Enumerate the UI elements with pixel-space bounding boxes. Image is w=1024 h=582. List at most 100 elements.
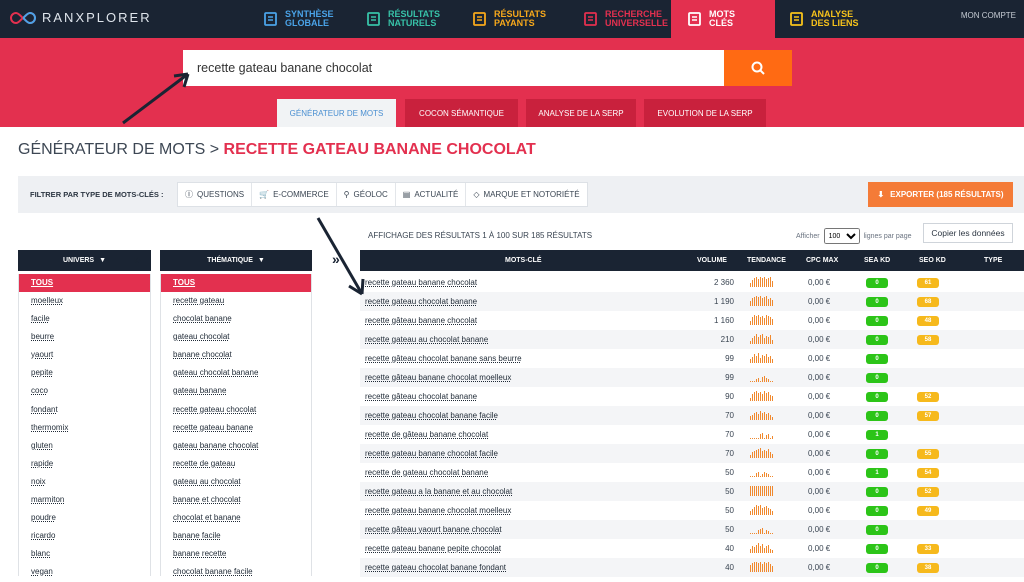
- univers-item[interactable]: poudre: [19, 509, 150, 527]
- thematique-item[interactable]: gateau chocolat banane: [161, 364, 311, 382]
- search-input[interactable]: [183, 50, 724, 86]
- keyword-link[interactable]: recette gâteau yaourt banane chocolat: [365, 525, 502, 534]
- tab-cocon[interactable]: COCON SÉMANTIQUE: [405, 99, 518, 127]
- univers-item[interactable]: rapide: [19, 455, 150, 473]
- univers-item[interactable]: marmiton: [19, 491, 150, 509]
- keyword-link[interactable]: recette gateau banane chocolat moelleux: [365, 506, 511, 515]
- trend-bar: [764, 356, 765, 363]
- thematique-item[interactable]: chocolat banane facile: [161, 563, 311, 581]
- thematique-item[interactable]: banane et chocolat: [161, 491, 311, 509]
- thematique-item[interactable]: banane facile: [161, 527, 311, 545]
- per-page-select[interactable]: 100: [823, 228, 860, 244]
- thematique-item[interactable]: chocolat banane: [161, 310, 311, 328]
- trend-bar: [762, 413, 763, 420]
- thematique-item[interactable]: gateau chocolat: [161, 328, 311, 346]
- trend-bar: [762, 486, 763, 496]
- filter-ecommerce[interactable]: 🛒 E-COMMERCE: [252, 183, 337, 206]
- keyword-link[interactable]: recette gateau banane chocolat facile: [365, 449, 498, 458]
- thematique-item[interactable]: recette de gateau: [161, 455, 311, 473]
- tab-analyse-serp[interactable]: ANALYSE DE LA SERP: [526, 99, 636, 127]
- univers-item[interactable]: vegan: [19, 563, 150, 581]
- sea-kd-badge: 0: [866, 316, 888, 326]
- tab-generateur[interactable]: GÉNÉRATEUR DE MOTS: [277, 99, 396, 127]
- thematique-item[interactable]: banane chocolat: [161, 346, 311, 364]
- thematique-item[interactable]: gateau au chocolat: [161, 473, 311, 491]
- trend-bar: [754, 336, 755, 344]
- univers-item[interactable]: thermomix: [19, 419, 150, 437]
- thematique-item[interactable]: banane recette: [161, 545, 311, 563]
- trend-bar: [770, 564, 771, 572]
- keyword-link[interactable]: recette gâteau banane chocolat: [365, 316, 477, 325]
- univers-item[interactable]: beurre: [19, 328, 150, 346]
- trend-bar: [752, 438, 753, 439]
- nav-item-1[interactable]: RÉSULTATS NATURELS: [366, 0, 474, 38]
- univers-item[interactable]: gluten: [19, 437, 150, 455]
- keyword-link[interactable]: recette gateau chocolat banane: [365, 297, 477, 306]
- col-cpc[interactable]: CPC MAX: [806, 257, 838, 264]
- seo-kd-badge: 61: [917, 278, 939, 288]
- keyword-link[interactable]: recette gâteau chocolat banane sans beur…: [365, 354, 522, 363]
- col-volume[interactable]: VOLUME: [697, 257, 727, 264]
- keyword-link[interactable]: recette gateau chocolat banane facile: [365, 411, 498, 420]
- nav-item-2[interactable]: RÉSULTATS PAYANTS: [472, 0, 582, 38]
- account-link[interactable]: MON COMPTE: [961, 11, 1016, 20]
- keyword-link[interactable]: recette de gateau chocolat banane: [365, 468, 488, 477]
- univers-header[interactable]: UNIVERS ▼: [18, 250, 151, 271]
- nav-item-0[interactable]: SYNTHÈSE GLOBALE: [263, 0, 381, 38]
- breadcrumb-root[interactable]: GÉNÉRATEUR DE MOTS: [18, 141, 205, 158]
- col-sea-kd[interactable]: SEA KD: [864, 257, 890, 264]
- trend-bar: [760, 434, 761, 439]
- univers-item[interactable]: pepite: [19, 364, 150, 382]
- univers-item[interactable]: coco: [19, 382, 150, 400]
- cpc-value: 0,00 €: [808, 525, 831, 534]
- keyword-link[interactable]: recette gateau chocolat banane fondant: [365, 563, 506, 572]
- trend-bar: [766, 546, 767, 553]
- sea-kd-badge: 0: [866, 544, 888, 554]
- nav-item-5[interactable]: ANALYSE DES LIENS: [789, 0, 899, 38]
- keyword-link[interactable]: recette gateau banane chocolat: [365, 278, 477, 287]
- tab-evolution-serp[interactable]: EVOLUTION DE LA SERP: [644, 99, 766, 127]
- search-button[interactable]: [724, 50, 792, 86]
- univers-item[interactable]: fondant: [19, 401, 150, 419]
- filter-questions[interactable]: ⓘ QUESTIONS: [178, 183, 253, 206]
- univers-item[interactable]: noix: [19, 473, 150, 491]
- thematique-item-selected[interactable]: TOUS: [161, 274, 311, 292]
- table-row: recette gateau banane pepite chocolat 40 0…: [360, 539, 1024, 558]
- filter-actualite[interactable]: ▤ ACTUALITÉ: [396, 183, 467, 206]
- univers-item[interactable]: ricardo: [19, 527, 150, 545]
- filter-geoloc[interactable]: ⚲ GÉOLOC: [337, 183, 396, 206]
- thematique-item[interactable]: chocolat et banane: [161, 509, 311, 527]
- keyword-link[interactable]: recette gateau a la banane et au chocola…: [365, 487, 512, 496]
- univers-item[interactable]: moelleux: [19, 292, 150, 310]
- cpc-value: 0,00 €: [808, 278, 831, 287]
- trend-bar: [762, 334, 763, 344]
- thematique-header[interactable]: THÉMATIQUE ▼: [160, 250, 312, 271]
- col-trend[interactable]: TENDANCE: [747, 257, 786, 264]
- keyword-link[interactable]: recette gâteau chocolat banane: [365, 392, 477, 401]
- keyword-link[interactable]: recette gâteau banane chocolat moelleux: [365, 373, 511, 382]
- univers-item[interactable]: facile: [19, 310, 150, 328]
- univers-item[interactable]: yaourt: [19, 346, 150, 364]
- cpc-value: 0,00 €: [808, 411, 831, 420]
- univers-item-selected[interactable]: TOUS: [19, 274, 150, 292]
- filter-marque[interactable]: ◇ MARQUE ET NOTORIÉTÉ: [466, 183, 586, 206]
- keyword-link[interactable]: recette de gâteau banane chocolat: [365, 430, 488, 439]
- thematique-item[interactable]: gateau banane chocolat: [161, 437, 311, 455]
- brand-logo[interactable]: RANXPLORER: [10, 10, 152, 25]
- univers-item[interactable]: blanc: [19, 545, 150, 563]
- export-button[interactable]: ⬇ EXPORTER (185 RÉSULTATS): [868, 182, 1013, 207]
- trend-bar: [752, 476, 753, 477]
- col-keyword[interactable]: MOTS-CLÉ: [505, 257, 542, 264]
- thematique-item[interactable]: recette gateau banane: [161, 419, 311, 437]
- trend-bar: [772, 381, 773, 382]
- trend-bar: [766, 296, 767, 306]
- col-type[interactable]: TYPE: [984, 257, 1002, 264]
- thematique-item[interactable]: recette gateau: [161, 292, 311, 310]
- nav-item-4[interactable]: MOTS CLÉS: [671, 0, 775, 38]
- copy-data-button[interactable]: Copier les données: [923, 223, 1013, 243]
- thematique-item[interactable]: gateau banane: [161, 382, 311, 400]
- keyword-link[interactable]: recette gateau banane pepite chocolat: [365, 544, 501, 553]
- thematique-item[interactable]: recette gateau chocolat: [161, 401, 311, 419]
- keyword-link[interactable]: recette gateau au chocolat banane: [365, 335, 488, 344]
- col-seo-kd[interactable]: SEO KD: [919, 257, 946, 264]
